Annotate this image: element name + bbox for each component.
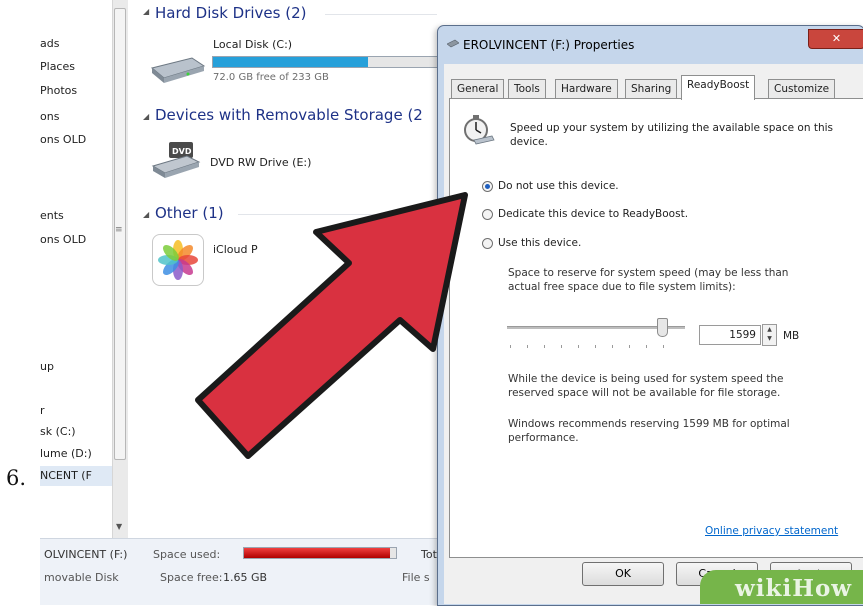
- red-arrow-shape: [195, 192, 468, 459]
- tab-readyboost[interactable]: ReadyBoost: [681, 75, 756, 100]
